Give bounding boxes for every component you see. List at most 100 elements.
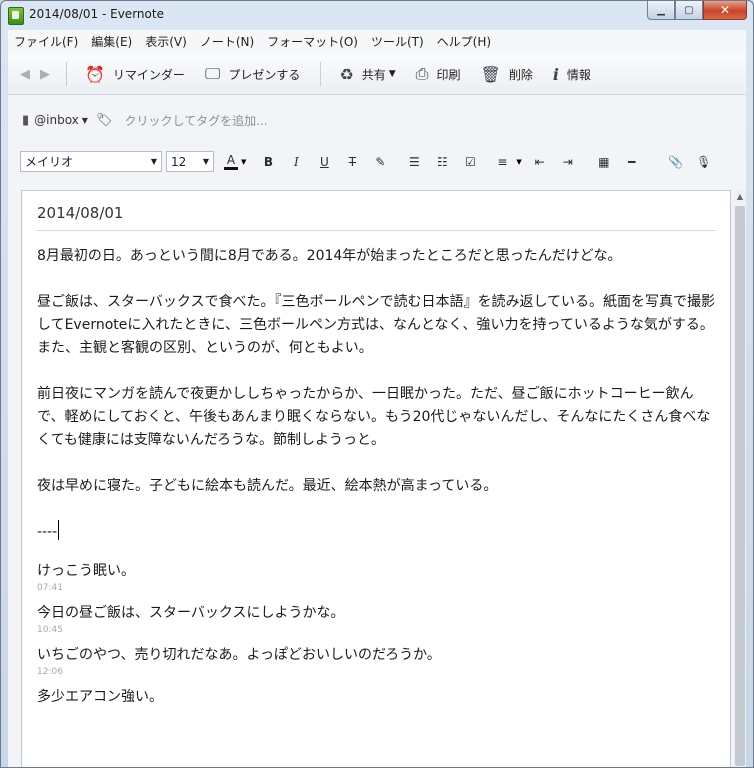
align-icon[interactable]: ≡ <box>488 155 516 169</box>
toolbar-separator <box>320 62 322 86</box>
print-label: 印刷 <box>436 67 461 82</box>
font-family-value: メイリオ <box>25 155 74 169</box>
print-button[interactable]: ⎙ 印刷 <box>416 64 461 84</box>
window-title: 2014/08/01 - Evernote <box>29 7 164 21</box>
vertical-scrollbar[interactable]: ▲ <box>734 190 746 767</box>
menu-file[interactable]: ファイル(F) <box>8 30 85 54</box>
text-divider: ---- <box>37 520 717 544</box>
text-caret <box>58 520 60 540</box>
attachment-icon[interactable]: 📎 <box>662 155 690 169</box>
trash-icon: 🗑 <box>480 64 501 84</box>
add-tag-input[interactable]: クリックしてタグを追加... <box>124 112 267 129</box>
menu-tools[interactable]: ツール(T) <box>365 30 431 54</box>
minimize-icon: ▁ <box>657 4 665 16</box>
highlight-icon[interactable]: ✎ <box>366 155 394 169</box>
client-area: ファイル(F) 編集(E) 表示(V) ノート(N) フォーマット(O) ツール… <box>8 30 746 767</box>
numbered-list-icon[interactable]: ☷ <box>428 155 456 169</box>
strikethrough-button[interactable]: T <box>338 155 366 169</box>
note-paragraph: 夜は早めに寝た。子どもに絵本も読んだ。最近、絵本熱が高まっている。 <box>37 478 498 494</box>
delete-button[interactable]: 🗑 削除 <box>481 65 533 84</box>
title-bar[interactable]: 2014/08/01 - Evernote ▁ ▢ ✕ <box>1 1 753 29</box>
info-icon: i <box>552 64 559 84</box>
format-toolbar: メイリオ ▼ 12 ▼ A ▼ B I U T ✎ ☰ ☷ ☑ ≡ ▼ ⇤ ⇥ … <box>8 145 746 178</box>
tag-icon: 🏷 <box>95 112 113 128</box>
title-divider <box>36 230 716 231</box>
log-entry: 多少エアコン強い。 <box>37 686 717 708</box>
note-title[interactable]: 2014/08/01 <box>37 204 123 222</box>
scroll-up-icon[interactable]: ▲ <box>734 190 746 204</box>
minimize-button[interactable]: ▁ <box>647 1 675 20</box>
text-color-button[interactable]: A <box>224 153 238 170</box>
note-paragraph: 8月最初の日。あっという間に8月である。2014年が始まったところだと思ったんだ… <box>37 248 622 264</box>
menu-edit[interactable]: 編集(E) <box>85 30 139 54</box>
reminder-label: リマインダー <box>112 67 185 82</box>
printer-icon: ⎙ <box>415 64 429 83</box>
underline-button[interactable]: U <box>310 155 338 169</box>
log-entry: けっこう眠い。 07:41 <box>37 560 717 594</box>
horizontal-rule-icon[interactable]: ━ <box>618 155 646 169</box>
microphone-icon[interactable]: 🎙 <box>690 155 718 169</box>
info-button[interactable]: i 情報 <box>553 65 591 84</box>
forward-arrow-icon[interactable]: ▶ <box>40 67 50 82</box>
bullet-list-icon[interactable]: ☰ <box>400 155 428 169</box>
back-arrow-icon[interactable]: ◀ <box>20 67 30 82</box>
notebook-icon: ▮ <box>22 112 30 128</box>
log-entry: いちごのやつ、売り切れだなあ。よっぽどおいしいのだろうか。 12:06 <box>37 644 717 678</box>
share-button[interactable]: ♻ 共有 ▼ <box>339 65 395 84</box>
delete-label: 削除 <box>508 67 533 82</box>
chevron-down-icon[interactable]: ▼ <box>241 158 246 166</box>
main-toolbar: ◀ ▶ ⏰ リマインダー 🖵 プレゼンする ♻ 共有 ▼ ⎙ 印刷 🗑 削除 i… <box>8 54 746 95</box>
indent-icon[interactable]: ⇥ <box>554 155 582 169</box>
menu-view[interactable]: 表示(V) <box>139 30 194 54</box>
chevron-down-icon: ▼ <box>202 157 209 166</box>
log-text: 今日の昼ご飯は、スターバックスにしようかな。 <box>37 605 345 621</box>
menu-note[interactable]: ノート(N) <box>194 30 261 54</box>
share-label: 共有 <box>361 67 386 82</box>
close-icon: ✕ <box>719 3 731 17</box>
maximize-icon: ▢ <box>684 4 694 16</box>
note-editor[interactable]: 2014/08/01 8月最初の日。あっという間に8月である。2014年が始まっ… <box>21 190 731 767</box>
outdent-icon[interactable]: ⇤ <box>526 155 554 169</box>
font-family-select[interactable]: メイリオ ▼ <box>20 151 162 172</box>
app-window: 2014/08/01 - Evernote ▁ ▢ ✕ ファイル(F) 編集(E… <box>0 0 754 768</box>
notebook-selector[interactable]: ▮ @inbox ▼ <box>22 113 88 128</box>
close-button[interactable]: ✕ <box>703 1 747 20</box>
log-timestamp: 07:41 <box>37 583 63 593</box>
note-paragraph: 前日夜にマンガを読んで夜更かししちゃったからか、一日眠かった。ただ、昼ご飯にホッ… <box>37 386 711 448</box>
font-size-value: 12 <box>171 154 187 169</box>
alarm-clock-icon: ⏰ <box>85 64 105 84</box>
font-size-select[interactable]: 12 ▼ <box>166 151 214 172</box>
evernote-app-icon <box>8 7 24 25</box>
chevron-down-icon: ▼ <box>388 69 396 79</box>
note-body[interactable]: 8月最初の日。あっという間に8月である。2014年が始まったところだと思ったんだ… <box>37 245 717 716</box>
window-controls: ▁ ▢ ✕ <box>647 1 747 21</box>
log-text: いちごのやつ、売り切れだなあ。よっぽどおいしいのだろうか。 <box>37 647 441 663</box>
scrollbar-thumb[interactable] <box>735 206 745 766</box>
chevron-down-icon: ▼ <box>81 115 88 125</box>
menu-bar: ファイル(F) 編集(E) 表示(V) ノート(N) フォーマット(O) ツール… <box>8 30 746 54</box>
note-paragraph: 昼ご飯は、スターバックスで食べた。『三色ボールペンで読む日本語』を読み返している… <box>37 294 716 356</box>
table-icon[interactable]: ▦ <box>590 155 618 169</box>
maximize-button[interactable]: ▢ <box>675 1 703 20</box>
chevron-down-icon: ▼ <box>150 157 157 166</box>
log-text: けっこう眠い。 <box>37 563 135 579</box>
presentation-icon: 🖵 <box>204 64 221 83</box>
chevron-down-icon[interactable]: ▼ <box>516 158 521 166</box>
log-timestamp: 12:06 <box>37 667 63 677</box>
log-text: 多少エアコン強い。 <box>37 689 163 705</box>
info-label: 情報 <box>566 67 591 82</box>
menu-help[interactable]: ヘルプ(H) <box>431 30 498 54</box>
checkbox-icon[interactable]: ☑ <box>456 155 484 169</box>
menu-format[interactable]: フォーマット(O) <box>261 30 365 54</box>
present-button[interactable]: 🖵 プレゼンする <box>205 64 300 84</box>
share-icon: ♻ <box>339 64 354 84</box>
notebook-name: @inbox <box>34 113 79 127</box>
reminder-button[interactable]: ⏰ リマインダー <box>85 65 185 84</box>
toolbar-separator <box>66 62 67 86</box>
log-entry: 今日の昼ご飯は、スターバックスにしようかな。 10:45 <box>37 602 717 636</box>
italic-button[interactable]: I <box>282 155 310 169</box>
tag-bar: ▮ @inbox ▼ 🏷 クリックしてタグを追加... <box>8 95 746 145</box>
log-timestamp: 10:45 <box>37 625 63 635</box>
present-label: プレゼンする <box>228 67 301 82</box>
bold-button[interactable]: B <box>254 155 282 169</box>
